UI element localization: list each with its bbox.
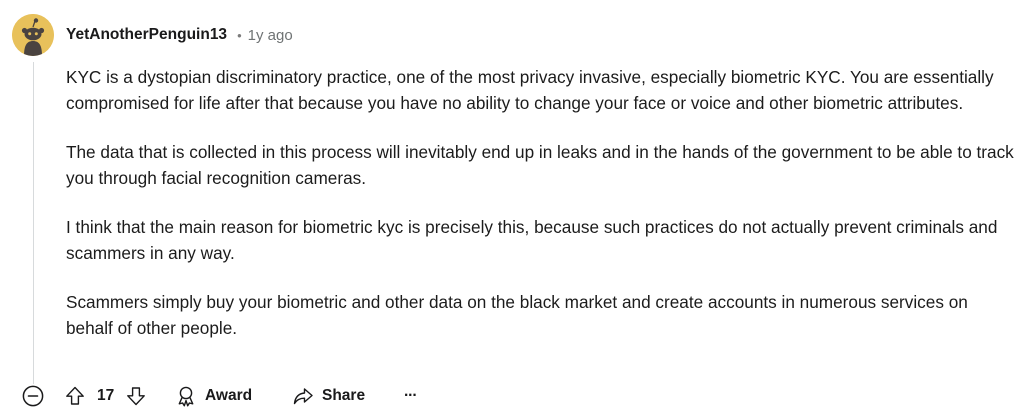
- paragraph-3: I think that the main reason for biometr…: [66, 217, 998, 263]
- award-label: Award: [205, 387, 253, 404]
- comment-body: KYC is a dystopian discriminatory practi…: [66, 64, 1016, 364]
- timestamp[interactable]: 1y ago: [248, 27, 293, 44]
- share-label: Share: [322, 387, 366, 404]
- more-options-button[interactable]: ···: [404, 380, 417, 412]
- paragraph-4: Scammers simply buy your biometric and o…: [66, 292, 968, 338]
- award-button[interactable]: Award: [175, 380, 252, 412]
- award-icon: [175, 385, 197, 407]
- share-button[interactable]: Share: [292, 380, 365, 412]
- paragraph-1: KYC is a dystopian discriminatory practi…: [66, 67, 994, 113]
- thread-line[interactable]: [33, 62, 34, 384]
- separator-dot: •: [237, 27, 242, 43]
- arrow-up-icon: [64, 385, 86, 407]
- more-horizontal-icon: ···: [404, 387, 417, 404]
- paragraph-2: The data that is collected in this proce…: [66, 142, 1014, 188]
- collapse-button[interactable]: [22, 380, 44, 412]
- vote-count: 17: [97, 387, 115, 404]
- downvote-button[interactable]: [125, 380, 147, 412]
- share-icon: [292, 385, 314, 407]
- minus-circle-icon: [22, 385, 44, 407]
- comment-header: YetAnotherPenguin13 • 1y ago: [66, 22, 293, 48]
- snoo-avatar-icon[interactable]: [12, 14, 54, 56]
- username[interactable]: YetAnotherPenguin13: [66, 26, 227, 44]
- upvote-button[interactable]: [64, 380, 86, 412]
- comment: YetAnotherPenguin13 • 1y ago KYC is a dy…: [0, 0, 1024, 417]
- comment-actions: 17 Award Share ···: [0, 380, 1024, 412]
- arrow-down-icon: [125, 385, 147, 407]
